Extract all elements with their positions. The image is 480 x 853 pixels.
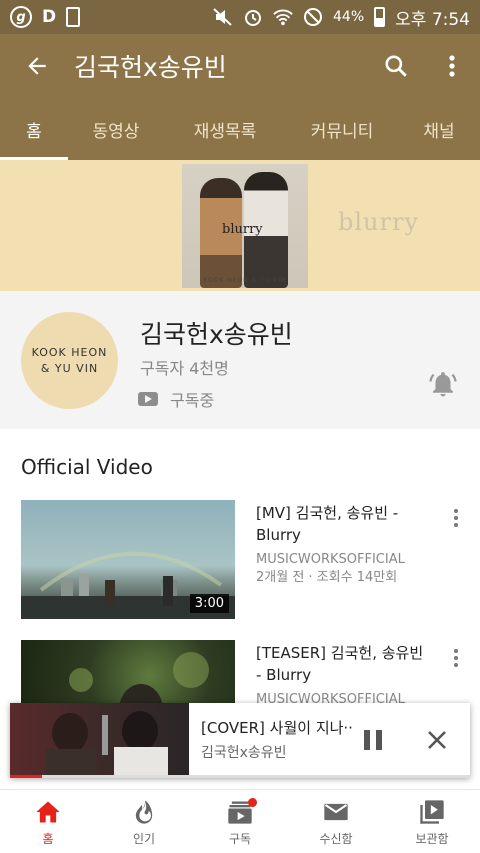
video-item[interactable]: 3:00 [MV] 김국헌, 송유빈 - Blurry MUSICWORKSOF… bbox=[21, 500, 471, 620]
battery-icon bbox=[374, 7, 386, 27]
tab-playlists[interactable]: 재생목록 bbox=[164, 98, 286, 160]
section-title: Official Video bbox=[21, 455, 153, 479]
banner-word: blurry bbox=[338, 208, 419, 236]
app-bar: 김국헌x송유빈 bbox=[0, 34, 480, 98]
home-icon bbox=[36, 801, 60, 822]
nav-library[interactable]: 보관함 bbox=[384, 790, 480, 853]
nav-label: 홈 bbox=[42, 831, 54, 846]
video-duration: 3:00 bbox=[189, 594, 229, 613]
tab-community[interactable]: 커뮤니티 bbox=[286, 98, 398, 160]
avatar-line-2: & YU VIN bbox=[40, 361, 99, 375]
bell-ringing-icon bbox=[429, 372, 457, 397]
nav-label: 보관함 bbox=[415, 831, 449, 846]
bottom-navigation: 홈 인기 구독 수신함 보관함 bbox=[0, 789, 480, 853]
mail-icon bbox=[324, 803, 348, 820]
pause-icon bbox=[364, 730, 370, 750]
search-button[interactable] bbox=[368, 34, 424, 98]
nav-trending[interactable]: 인기 bbox=[96, 790, 192, 853]
status-bar: g D 44% 오후 7:54 bbox=[0, 0, 480, 34]
mini-player-channel: 김국헌x송유빈 bbox=[201, 745, 287, 761]
nav-label: 인기 bbox=[132, 831, 156, 846]
back-button[interactable] bbox=[0, 34, 74, 98]
subscribed-label: 구독중 bbox=[170, 391, 215, 410]
notification-dot bbox=[248, 798, 257, 807]
channel-tabs: 홈 동영상 재생목록 커뮤니티 채널 bbox=[0, 98, 480, 160]
video-thumbnail[interactable]: 3:00 bbox=[21, 500, 235, 619]
video-more-button[interactable] bbox=[446, 646, 466, 670]
tab-videos[interactable]: 동영상 bbox=[68, 98, 164, 160]
channel-title: 김국헌x송유빈 bbox=[74, 53, 227, 82]
nav-label: 수신함 bbox=[319, 831, 353, 846]
mute-icon bbox=[213, 7, 233, 27]
avatar-line-1: KOOK HEON bbox=[31, 345, 108, 359]
close-button[interactable] bbox=[422, 725, 452, 755]
status-time: 오후 7:54 bbox=[395, 9, 470, 30]
notification-bell-button[interactable] bbox=[428, 369, 458, 399]
arrow-left-icon bbox=[28, 57, 46, 75]
recycle-box-icon bbox=[66, 7, 81, 27]
album-cover: blurry KOOK HEON & YU VIN bbox=[182, 164, 308, 288]
d-icon: D bbox=[42, 7, 57, 27]
mini-player-progress bbox=[10, 775, 470, 778]
album-subtitle: KOOK HEON & YU VIN bbox=[203, 277, 287, 284]
video-meta: 2개월 전 · 조회수 14만회 bbox=[256, 570, 398, 585]
video-title[interactable]: [MV] 김국헌, 송유빈 - Blurry bbox=[256, 502, 426, 546]
channel-header: KOOK HEON & YU VIN 김국헌x송유빈 구독자 4천명 구독중 bbox=[0, 291, 480, 429]
tab-channels[interactable]: 채널 bbox=[398, 98, 480, 160]
mini-player[interactable]: [COVER] 사월이 지나·· 김국헌x송유빈 bbox=[10, 703, 470, 778]
more-options-button[interactable] bbox=[424, 34, 480, 98]
block-icon bbox=[303, 7, 323, 27]
video-more-button[interactable] bbox=[446, 506, 466, 530]
mini-player-title: [COVER] 사월이 지나·· bbox=[201, 719, 353, 737]
nav-home[interactable]: 홈 bbox=[0, 790, 96, 853]
library-icon bbox=[420, 799, 444, 824]
search-icon bbox=[385, 55, 407, 77]
nav-subscriptions[interactable]: 구독 bbox=[192, 790, 288, 853]
subscribed-button[interactable]: 구독중 bbox=[138, 387, 214, 411]
subscriber-count: 구독자 4천명 bbox=[140, 359, 229, 378]
pause-button[interactable] bbox=[360, 727, 386, 753]
mini-player-progress-fill bbox=[10, 775, 43, 778]
g-circle-icon: g bbox=[10, 6, 32, 28]
nav-label: 구독 bbox=[228, 831, 252, 846]
youtube-icon bbox=[138, 392, 158, 406]
flame-icon bbox=[135, 799, 153, 824]
more-vert-icon bbox=[449, 55, 455, 77]
close-icon bbox=[428, 731, 446, 749]
mini-player-thumbnail[interactable] bbox=[10, 703, 189, 775]
channel-name: 김국헌x송유빈 bbox=[140, 320, 293, 349]
channel-banner: blurry KOOK HEON & YU VIN blurry bbox=[0, 160, 480, 291]
video-channel: MUSICWORKSOFFICIAL bbox=[256, 552, 405, 567]
avatar: KOOK HEON & YU VIN bbox=[21, 312, 118, 409]
tab-home[interactable]: 홈 bbox=[0, 98, 68, 160]
wifi-icon bbox=[273, 7, 293, 27]
battery-percent: 44% bbox=[333, 9, 365, 25]
album-title: blurry bbox=[222, 222, 263, 237]
alarm-icon bbox=[243, 7, 263, 27]
video-title[interactable]: [TEASER] 김국헌, 송유빈 - Blurry bbox=[256, 642, 426, 686]
nav-inbox[interactable]: 수신함 bbox=[288, 790, 384, 853]
